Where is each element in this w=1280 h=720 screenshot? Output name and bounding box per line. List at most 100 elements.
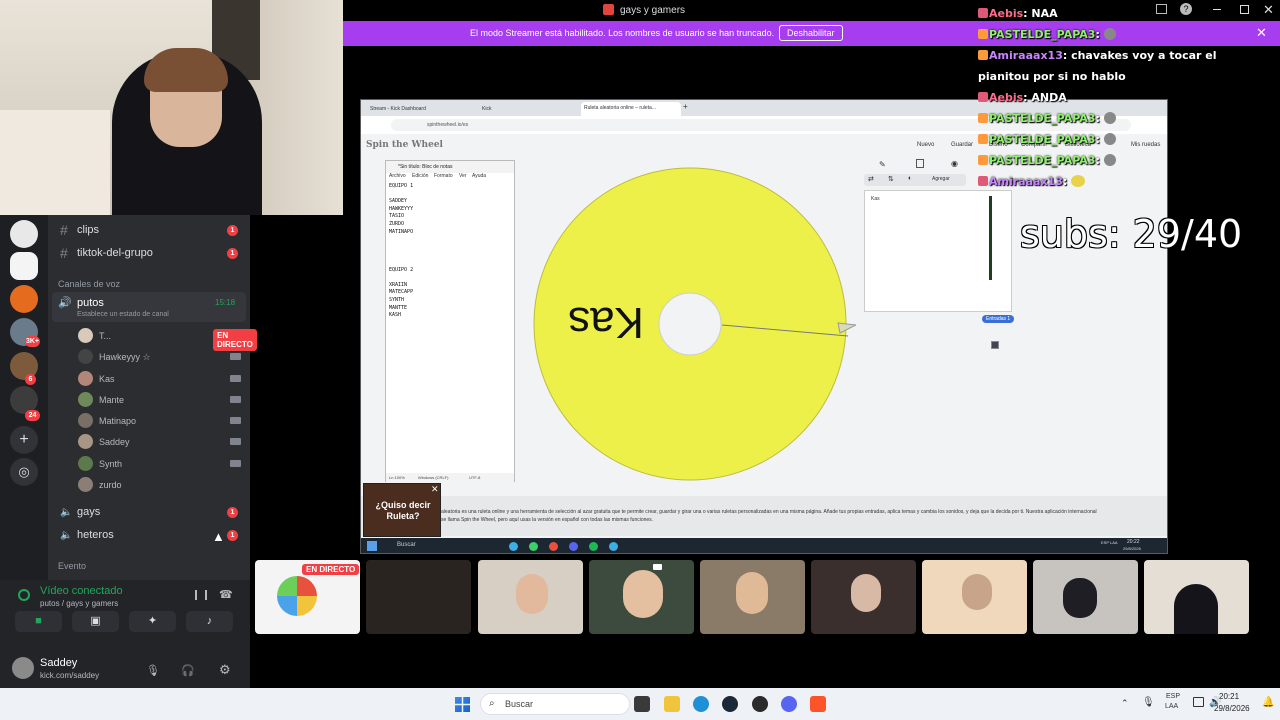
site-brand[interactable]: Spin the Wheel	[366, 140, 443, 150]
voice-channel-putos[interactable]: 🔊 putos 15:18 Establece un estado de can…	[52, 292, 246, 322]
popup-text: ¿Quiso decir Ruleta?	[375, 500, 431, 521]
camera-button[interactable]: ■	[15, 611, 62, 632]
notification-bell-icon[interactable]: 🔔	[1262, 697, 1274, 708]
participant-tile[interactable]	[589, 560, 694, 634]
start-icon[interactable]	[455, 697, 470, 712]
menu-formato[interactable]: Formato	[434, 173, 453, 179]
voice-user[interactable]: Kas	[76, 369, 248, 389]
participant-tile[interactable]	[700, 560, 805, 634]
participant-tile[interactable]	[1144, 560, 1249, 634]
voice-user[interactable]: zurdo	[76, 475, 248, 495]
copy-icon[interactable]	[916, 159, 924, 168]
menu-ver[interactable]: Ver	[459, 173, 467, 179]
menu-edicion[interactable]: Edición	[412, 173, 428, 179]
taskbar-app-icon[interactable]	[569, 542, 578, 551]
activities-button[interactable]: ✦	[129, 611, 176, 632]
taskbar-app-icon[interactable]	[549, 542, 558, 551]
mic-icon[interactable]: 🎙	[1142, 697, 1155, 708]
soundboard-button[interactable]: ♪	[186, 611, 233, 632]
avatar	[78, 413, 93, 428]
voice-user[interactable]: Hawkeyyy ☆	[76, 347, 248, 367]
voice-user[interactable]: Mante	[76, 390, 248, 410]
menu-archivo[interactable]: Archivo	[389, 173, 406, 179]
headphones-icon[interactable]: 🎧	[181, 664, 195, 677]
steam-icon[interactable]	[722, 696, 738, 712]
add-server-icon[interactable]: +	[10, 426, 38, 454]
disconnect-icon[interactable]: ☎	[219, 588, 233, 601]
server-icon[interactable]	[10, 220, 38, 248]
taskbar-app-icon[interactable]	[609, 542, 618, 551]
chevron-up-icon[interactable]: ⌃	[1121, 698, 1129, 709]
notepad-text[interactable]: EQUIPO 1 SADDEY HAWKEYYY TASIO ZURDO MATINAPO…	[389, 183, 509, 320]
voice-user[interactable]: T... EN DIRECTO	[76, 326, 257, 351]
screenshare-button[interactable]: ▣	[72, 611, 119, 632]
mic-icon[interactable]: 🎙	[146, 664, 160, 677]
noise-icon[interactable]	[195, 590, 207, 600]
participant-tile[interactable]	[1033, 560, 1138, 634]
participant-tile[interactable]	[478, 560, 583, 634]
edge-icon[interactable]	[693, 696, 709, 712]
taskbar-app-icon[interactable]	[529, 542, 538, 551]
chat-line: Aebis: NAA	[978, 7, 1058, 20]
taskbar-search[interactable]: ⌕ Buscar	[480, 693, 630, 715]
lang-indicator[interactable]: ESP	[1166, 693, 1180, 700]
channel-clips[interactable]: # clips 1	[48, 220, 250, 242]
server-icon[interactable]	[10, 285, 38, 313]
voice-channel-gays[interactable]: 🔈 gays 1	[48, 502, 250, 524]
tab-kick-dashboard[interactable]: Stream - Kick Dashboard	[367, 103, 445, 116]
notepad-line: SADDEY	[389, 198, 408, 205]
taskbar-app-icon[interactable]	[634, 696, 650, 712]
notepad-line	[389, 251, 509, 259]
taskbar-app-icon[interactable]	[509, 542, 518, 551]
clock-date[interactable]: 29/8/2026	[1214, 704, 1250, 713]
wheel-center[interactable]	[658, 292, 722, 356]
nav-guardar[interactable]: Guardar	[951, 142, 973, 148]
server-icon[interactable]	[10, 252, 38, 280]
brave-icon[interactable]	[810, 696, 826, 712]
explore-icon[interactable]: ◎	[10, 458, 38, 486]
discord-icon[interactable]	[781, 696, 797, 712]
disable-button[interactable]: Deshabilitar	[779, 25, 843, 41]
eye-icon[interactable]: ◉	[951, 159, 958, 168]
nav-nuevo[interactable]: Nuevo	[917, 142, 934, 148]
edit-pencil-icon[interactable]: ✎	[879, 160, 886, 169]
new-tab-icon[interactable]: +	[683, 102, 688, 111]
voice-user[interactable]: Synth	[76, 454, 248, 474]
settings-icon[interactable]	[991, 341, 999, 349]
voice-user[interactable]: Saddey	[76, 432, 248, 452]
tab-ruleta[interactable]: Ruleta aleatoria online – ruleta...	[581, 102, 681, 116]
participant-tile[interactable]	[366, 560, 471, 634]
channel-tiktok-del-grupo[interactable]: # tiktok-del-grupo 1	[48, 243, 250, 265]
inner-search[interactable]: Buscar	[397, 542, 416, 548]
user-avatar[interactable]	[12, 657, 34, 679]
notepad-line: TASIO	[389, 213, 405, 220]
menu-ayuda[interactable]: Ayuda	[472, 173, 486, 179]
taskbar-app-icon[interactable]	[589, 542, 598, 551]
image-icon[interactable]: ◐	[908, 175, 912, 182]
scrollbar[interactable]	[989, 196, 992, 280]
signal-icon[interactable]	[18, 589, 30, 601]
taskbar-app-icon[interactable]	[752, 696, 768, 712]
voice-user[interactable]: Matinapo	[76, 411, 248, 431]
entries-textarea[interactable]: Kas	[864, 190, 1012, 312]
event-category[interactable]: Evento	[58, 561, 86, 571]
spin-wheel[interactable]: Kas	[526, 160, 856, 490]
entries-count-badge[interactable]: Entradas 1	[982, 315, 1015, 323]
participant-tile-stream[interactable]: EN DIRECTO	[255, 560, 360, 634]
participant-tile[interactable]	[811, 560, 916, 634]
monitor-icon[interactable]	[1193, 697, 1204, 707]
channel-status[interactable]: Establece un estado de canal	[77, 311, 169, 318]
tab-kick[interactable]: Kick	[479, 103, 557, 116]
region-indicator[interactable]: LAA	[1165, 703, 1178, 710]
start-icon[interactable]	[367, 541, 377, 551]
voice-category[interactable]: Canales de voz	[58, 279, 120, 289]
participant-tile[interactable]	[922, 560, 1027, 634]
settings-gear-icon[interactable]: ⚙	[219, 662, 231, 678]
sort-icon[interactable]: ⇅	[888, 175, 894, 183]
shuffle-icon[interactable]: ⇄	[868, 175, 874, 183]
suggestion-popup[interactable]: ¿Quiso decir Ruleta? ✕	[363, 483, 441, 537]
folder-icon[interactable]	[664, 696, 680, 712]
add-entry-button[interactable]: Agregar	[932, 176, 950, 182]
popup-close-icon[interactable]: ✕	[431, 484, 439, 495]
clock-time[interactable]: 20:21	[1219, 692, 1239, 701]
